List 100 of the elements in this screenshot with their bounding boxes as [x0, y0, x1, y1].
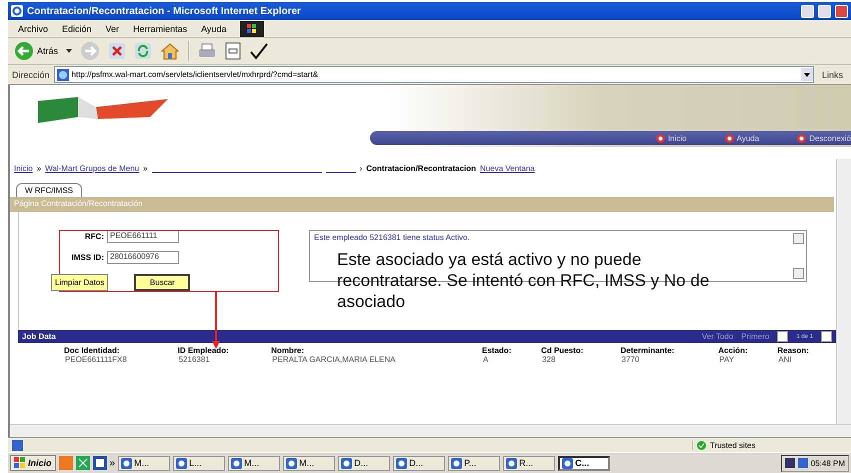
column-header: Determinante: — [620, 345, 676, 355]
grid-title: Job Data — [22, 332, 56, 341]
links-button[interactable]: Links — [818, 70, 847, 80]
address-label: Dirección — [12, 70, 50, 80]
column-header: ID Empleado: — [176, 345, 230, 355]
menu-item[interactable]: Herramientas — [133, 24, 188, 34]
menu-item[interactable]: Edición — [62, 24, 92, 34]
refresh-icon[interactable] — [134, 42, 152, 60]
vertical-scrollbar[interactable] — [836, 159, 851, 424]
taskbar-button[interactable]: M... — [283, 456, 336, 470]
table-cell-text: 328 — [541, 355, 556, 364]
taskbar-button[interactable]: M... — [118, 456, 170, 470]
breadcrumb-link[interactable]: Wal-Mart Grupos de Menu — [45, 164, 140, 173]
window-icon — [451, 458, 462, 468]
stop-icon[interactable] — [108, 42, 126, 60]
section-title-bar: Página Contratación/Recontratación — [10, 197, 834, 212]
windows-flag-icon — [14, 457, 26, 469]
taskbar-button[interactable]: P... — [448, 456, 500, 470]
nav-link[interactable]: Desconexió — [797, 134, 851, 142]
printer-icon[interactable] — [197, 42, 218, 60]
menu-item[interactable]: Archivo — [18, 24, 48, 34]
back-button[interactable]: Atrás — [14, 41, 58, 61]
spreadsheet-icon[interactable] — [76, 456, 90, 470]
tray-icon — [784, 458, 795, 468]
message-text: Este empleado 5216381 tiene status Activo. — [313, 232, 471, 244]
url-text: http://psfmx.wal-mart.com/servlets/iclientservlet/mxhrprd/?cmd=start& — [72, 70, 318, 79]
tab[interactable]: W RFC/IMSS — [16, 183, 82, 197]
page-icon[interactable] — [225, 42, 242, 60]
clock: 05:48 PM — [810, 458, 845, 468]
column-header: Estado: — [481, 345, 512, 355]
window-icon — [396, 458, 408, 468]
caret-icon[interactable] — [66, 49, 72, 53]
more-button[interactable]: » — [110, 458, 116, 468]
window-icon — [341, 458, 352, 468]
text-field[interactable]: PEOE661111 — [107, 230, 179, 243]
home-icon[interactable] — [160, 42, 180, 60]
taskbar-button[interactable]: L... — [173, 456, 226, 470]
checkmark-icon[interactable] — [249, 42, 270, 60]
window-icon — [286, 458, 298, 468]
horizontal-scrollbar[interactable] — [10, 424, 851, 437]
window-icon — [562, 458, 574, 468]
next-button[interactable] — [821, 331, 832, 342]
table-cell-text: A — [482, 355, 490, 364]
windows-logo-icon — [240, 20, 264, 36]
table-cell-text: PEOE661111FX8 — [64, 355, 128, 364]
column-header: Reason: — [776, 345, 810, 355]
column-header: Acción: — [717, 345, 749, 355]
taskbar-button[interactable]: M... — [228, 456, 280, 470]
nav-link[interactable]: Inicio — [656, 134, 687, 142]
breadcrumb-separator: » — [36, 164, 42, 173]
window-title: Contratacion/Recontratacion - Microsoft Internet Explorer — [27, 6, 302, 16]
breadcrumb-current: Contratacion/Recontratacion — [366, 164, 476, 173]
view-all-link[interactable]: Ver Todo — [702, 332, 734, 341]
window-icon — [176, 458, 188, 468]
address-field[interactable]: http://psfmx.wal-mart.com/servlets/iclientservlet/mxhrprd/?cmd=start& — [54, 66, 814, 83]
close-button[interactable] — [835, 4, 848, 18]
page-icon — [12, 440, 23, 450]
table-cell-text: 3770 — [620, 355, 640, 364]
maximize-button[interactable] — [818, 4, 831, 18]
dropdown-button[interactable] — [800, 68, 813, 81]
taskbar-button[interactable]: C... — [558, 456, 610, 470]
document-icon[interactable] — [92, 456, 107, 470]
tray-icon — [798, 458, 808, 468]
first-link[interactable]: Primero — [741, 332, 770, 341]
start-button[interactable]: Inicio — [10, 455, 56, 471]
breadcrumb-link[interactable]: Nueva Ventana — [480, 164, 535, 173]
annotation-text: Este asociado ya está activo y no puede recontratarse. Se intentó con RFC, IMSS y No de asociado — [337, 249, 710, 312]
table-cell-text: 5216381 — [178, 355, 211, 364]
minimize-button[interactable] — [801, 4, 814, 18]
column-header: Nombre: — [270, 345, 306, 355]
form-button[interactable]: Buscar — [134, 274, 190, 291]
menu-item[interactable]: Ayuda — [201, 24, 226, 34]
breadcrumb-separator: › — [360, 164, 362, 173]
text-field[interactable]: 28016600976 — [107, 251, 179, 264]
check-circle-icon — [697, 440, 706, 450]
help-icon — [724, 134, 734, 142]
table-cell-text: PAY — [718, 355, 736, 364]
home-icon — [656, 134, 665, 142]
table-cell-text: PERALTA GARCIA,MARIA ELENA — [271, 355, 396, 364]
menu-item[interactable]: Ver — [106, 24, 120, 34]
nav-link[interactable]: Ayuda — [724, 134, 760, 142]
breadcrumb-separator: » — [143, 164, 148, 173]
taskbar-button[interactable]: D... — [338, 456, 390, 470]
logout-icon — [797, 134, 806, 142]
column-header: Cd Puesto: — [540, 345, 584, 355]
field-label: IMSS ID: — [72, 253, 104, 262]
breadcrumb-link[interactable]: Inicio — [14, 164, 33, 173]
app-icon[interactable] — [58, 456, 73, 470]
taskbar-button[interactable]: R... — [503, 456, 556, 470]
taskbar-button[interactable]: D... — [393, 456, 446, 470]
scroll-up-button[interactable] — [793, 233, 804, 244]
caret-icon — [804, 72, 810, 76]
field-label: RFC: — [84, 232, 104, 241]
previous-button[interactable] — [777, 331, 788, 342]
annotation-arrow — [212, 291, 220, 349]
form-button[interactable]: Limpiar Datos — [51, 274, 108, 291]
window-icon — [506, 458, 518, 468]
security-zone: Trusted sites — [710, 440, 756, 450]
window-icon — [231, 458, 242, 468]
scroll-down-button[interactable] — [793, 268, 804, 279]
